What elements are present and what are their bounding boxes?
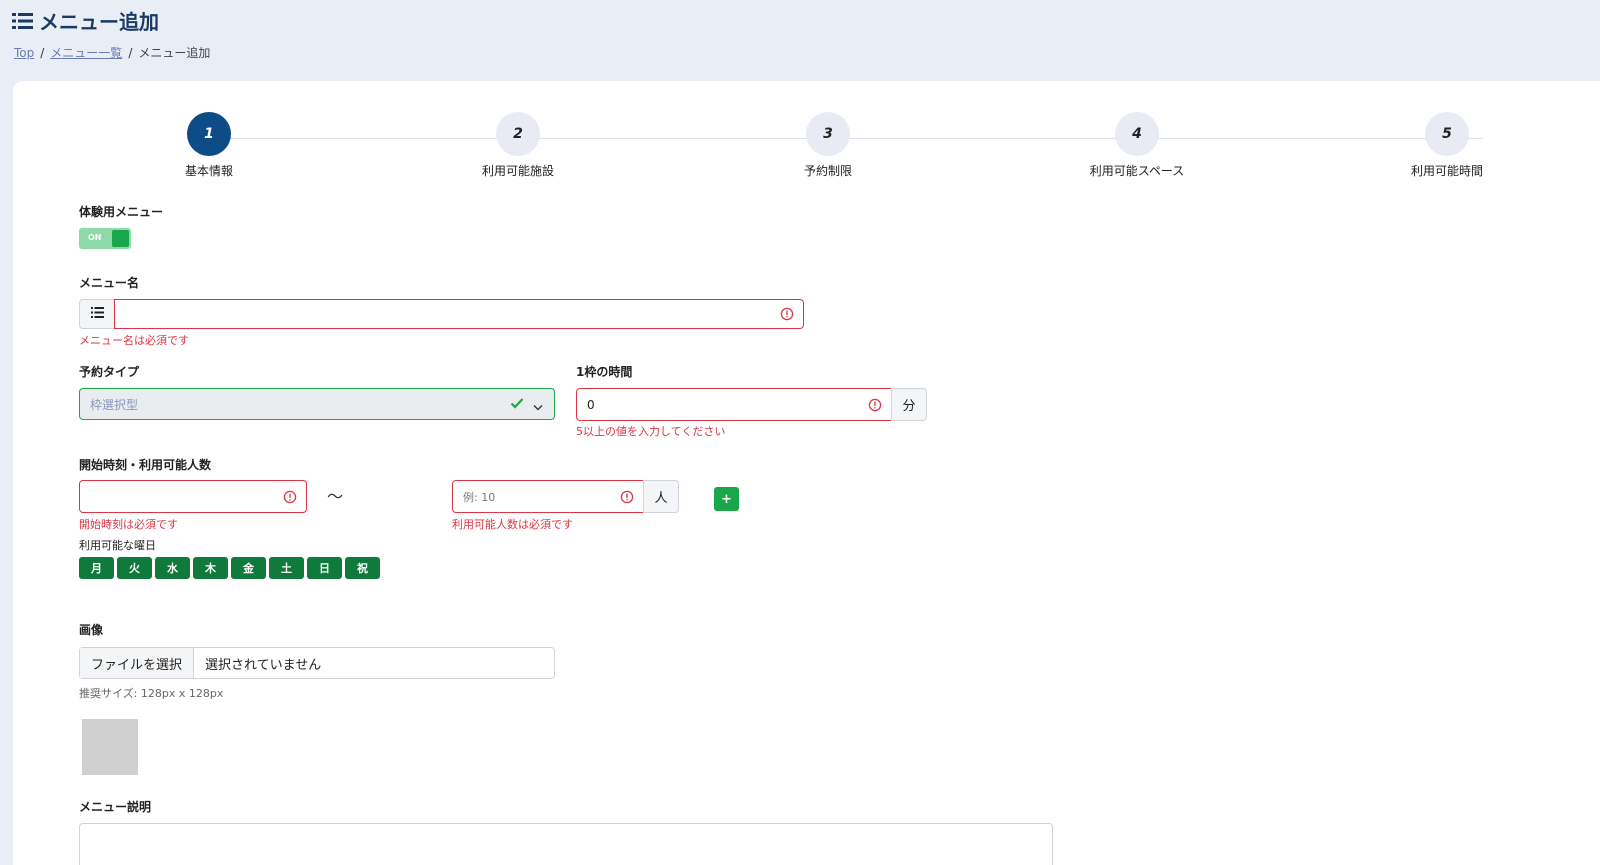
- error-icon: [283, 490, 297, 504]
- day-button-thu[interactable]: 木: [193, 557, 228, 579]
- day-button-holiday[interactable]: 祝: [345, 557, 380, 579]
- breadcrumb-separator: /: [40, 45, 45, 60]
- capacity-input[interactable]: 例: 10: [452, 480, 644, 513]
- breadcrumb-separator: /: [128, 45, 133, 60]
- day-button-sat[interactable]: 土: [269, 557, 304, 579]
- slot-time-unit: 分: [891, 388, 927, 421]
- page-header: メニュー追加 Top / メニュー一覧 / メニュー追加: [12, 6, 210, 61]
- page-title-text: メニュー追加: [39, 10, 159, 34]
- step-5[interactable]: 5 利用可能時間: [1367, 112, 1527, 179]
- day-button-wed[interactable]: 水: [155, 557, 190, 579]
- step-number: 2: [496, 112, 540, 156]
- step-number: 3: [806, 112, 850, 156]
- day-button-sun[interactable]: 日: [307, 557, 342, 579]
- page-title: メニュー追加: [12, 6, 210, 35]
- start-time-error: 開始時刻は必須です: [79, 518, 178, 531]
- add-time-slot-button[interactable]: +: [714, 487, 739, 511]
- capacity-unit: 人: [643, 480, 679, 513]
- trial-menu-label: 体験用メニュー: [79, 205, 164, 219]
- reservation-type-label: 予約タイプ: [79, 365, 140, 379]
- menu-name-addon: [79, 299, 115, 329]
- error-icon: [620, 490, 634, 504]
- choose-file-button[interactable]: ファイルを選択: [80, 648, 195, 678]
- step-number: 5: [1425, 112, 1469, 156]
- image-label: 画像: [79, 623, 104, 637]
- chevron-down-icon: [533, 400, 543, 414]
- list-icon: [12, 12, 33, 30]
- trial-menu-toggle[interactable]: ON: [79, 228, 131, 249]
- slot-time-error: 5以上の値を入力してください: [576, 425, 726, 438]
- start-time-input[interactable]: [79, 480, 307, 513]
- description-label: メニュー説明: [79, 800, 152, 814]
- slot-time-value: 0: [587, 397, 595, 412]
- error-icon: [868, 398, 882, 412]
- step-number: 4: [1115, 112, 1159, 156]
- weekday-buttons: 月 火 水 木 金 土 日 祝: [79, 557, 380, 579]
- toggle-knob: [112, 230, 129, 247]
- day-button-fri[interactable]: 金: [231, 557, 266, 579]
- range-tilde: 〜: [327, 487, 344, 506]
- check-icon: [510, 397, 524, 412]
- error-icon: [780, 307, 794, 321]
- step-1[interactable]: 1 基本情報: [129, 112, 289, 179]
- image-size-hint: 推奨サイズ: 128px x 128px: [79, 687, 224, 700]
- form-card: 1 基本情報 2 利用可能施設 3 予約制限 4 利用可能スペース 5 利用可能…: [13, 81, 1600, 865]
- step-2[interactable]: 2 利用可能施設: [438, 112, 598, 179]
- step-number: 1: [187, 112, 231, 156]
- weekdays-label: 利用可能な曜日: [79, 539, 156, 552]
- capacity-error: 利用可能人数は必須です: [452, 518, 573, 531]
- selected-file-name: 選択されていません: [205, 657, 322, 673]
- step-label: 基本情報: [184, 164, 233, 178]
- breadcrumb-menu-list-link[interactable]: メニュー一覧: [50, 44, 122, 61]
- breadcrumb: Top / メニュー一覧 / メニュー追加: [12, 44, 210, 61]
- list-icon: [90, 306, 104, 322]
- breadcrumb-current: メニュー追加: [138, 46, 211, 60]
- image-preview: [82, 719, 138, 775]
- image-file-input[interactable]: ファイルを選択 選択されていません: [79, 647, 555, 679]
- reservation-type-select[interactable]: 枠選択型: [79, 388, 555, 420]
- step-label: 利用可能スペース: [1089, 164, 1185, 178]
- menu-name-error: メニュー名は必須です: [79, 334, 189, 347]
- day-button-mon[interactable]: 月: [79, 557, 114, 579]
- slot-time-input[interactable]: 0: [576, 388, 892, 421]
- start-time-capacity-label: 開始時刻・利用可能人数: [79, 458, 212, 472]
- step-label: 利用可能時間: [1410, 164, 1483, 178]
- step-4[interactable]: 4 利用可能スペース: [1057, 112, 1217, 179]
- stepper: 1 基本情報 2 利用可能施設 3 予約制限 4 利用可能スペース 5 利用可能…: [13, 81, 1600, 201]
- step-label: 予約制限: [803, 164, 852, 178]
- step-label: 利用可能施設: [481, 164, 554, 178]
- toggle-state-text: ON: [88, 233, 102, 242]
- step-3[interactable]: 3 予約制限: [748, 112, 908, 179]
- description-textarea[interactable]: [79, 823, 1053, 865]
- capacity-placeholder: 例: 10: [463, 490, 496, 504]
- menu-name-input[interactable]: [114, 299, 804, 329]
- breadcrumb-top-link[interactable]: Top: [14, 46, 34, 60]
- reservation-type-value: 枠選択型: [90, 397, 139, 412]
- menu-name-label: メニュー名: [79, 276, 140, 290]
- day-button-tue[interactable]: 火: [117, 557, 152, 579]
- slot-time-label: 1枠の時間: [576, 365, 633, 379]
